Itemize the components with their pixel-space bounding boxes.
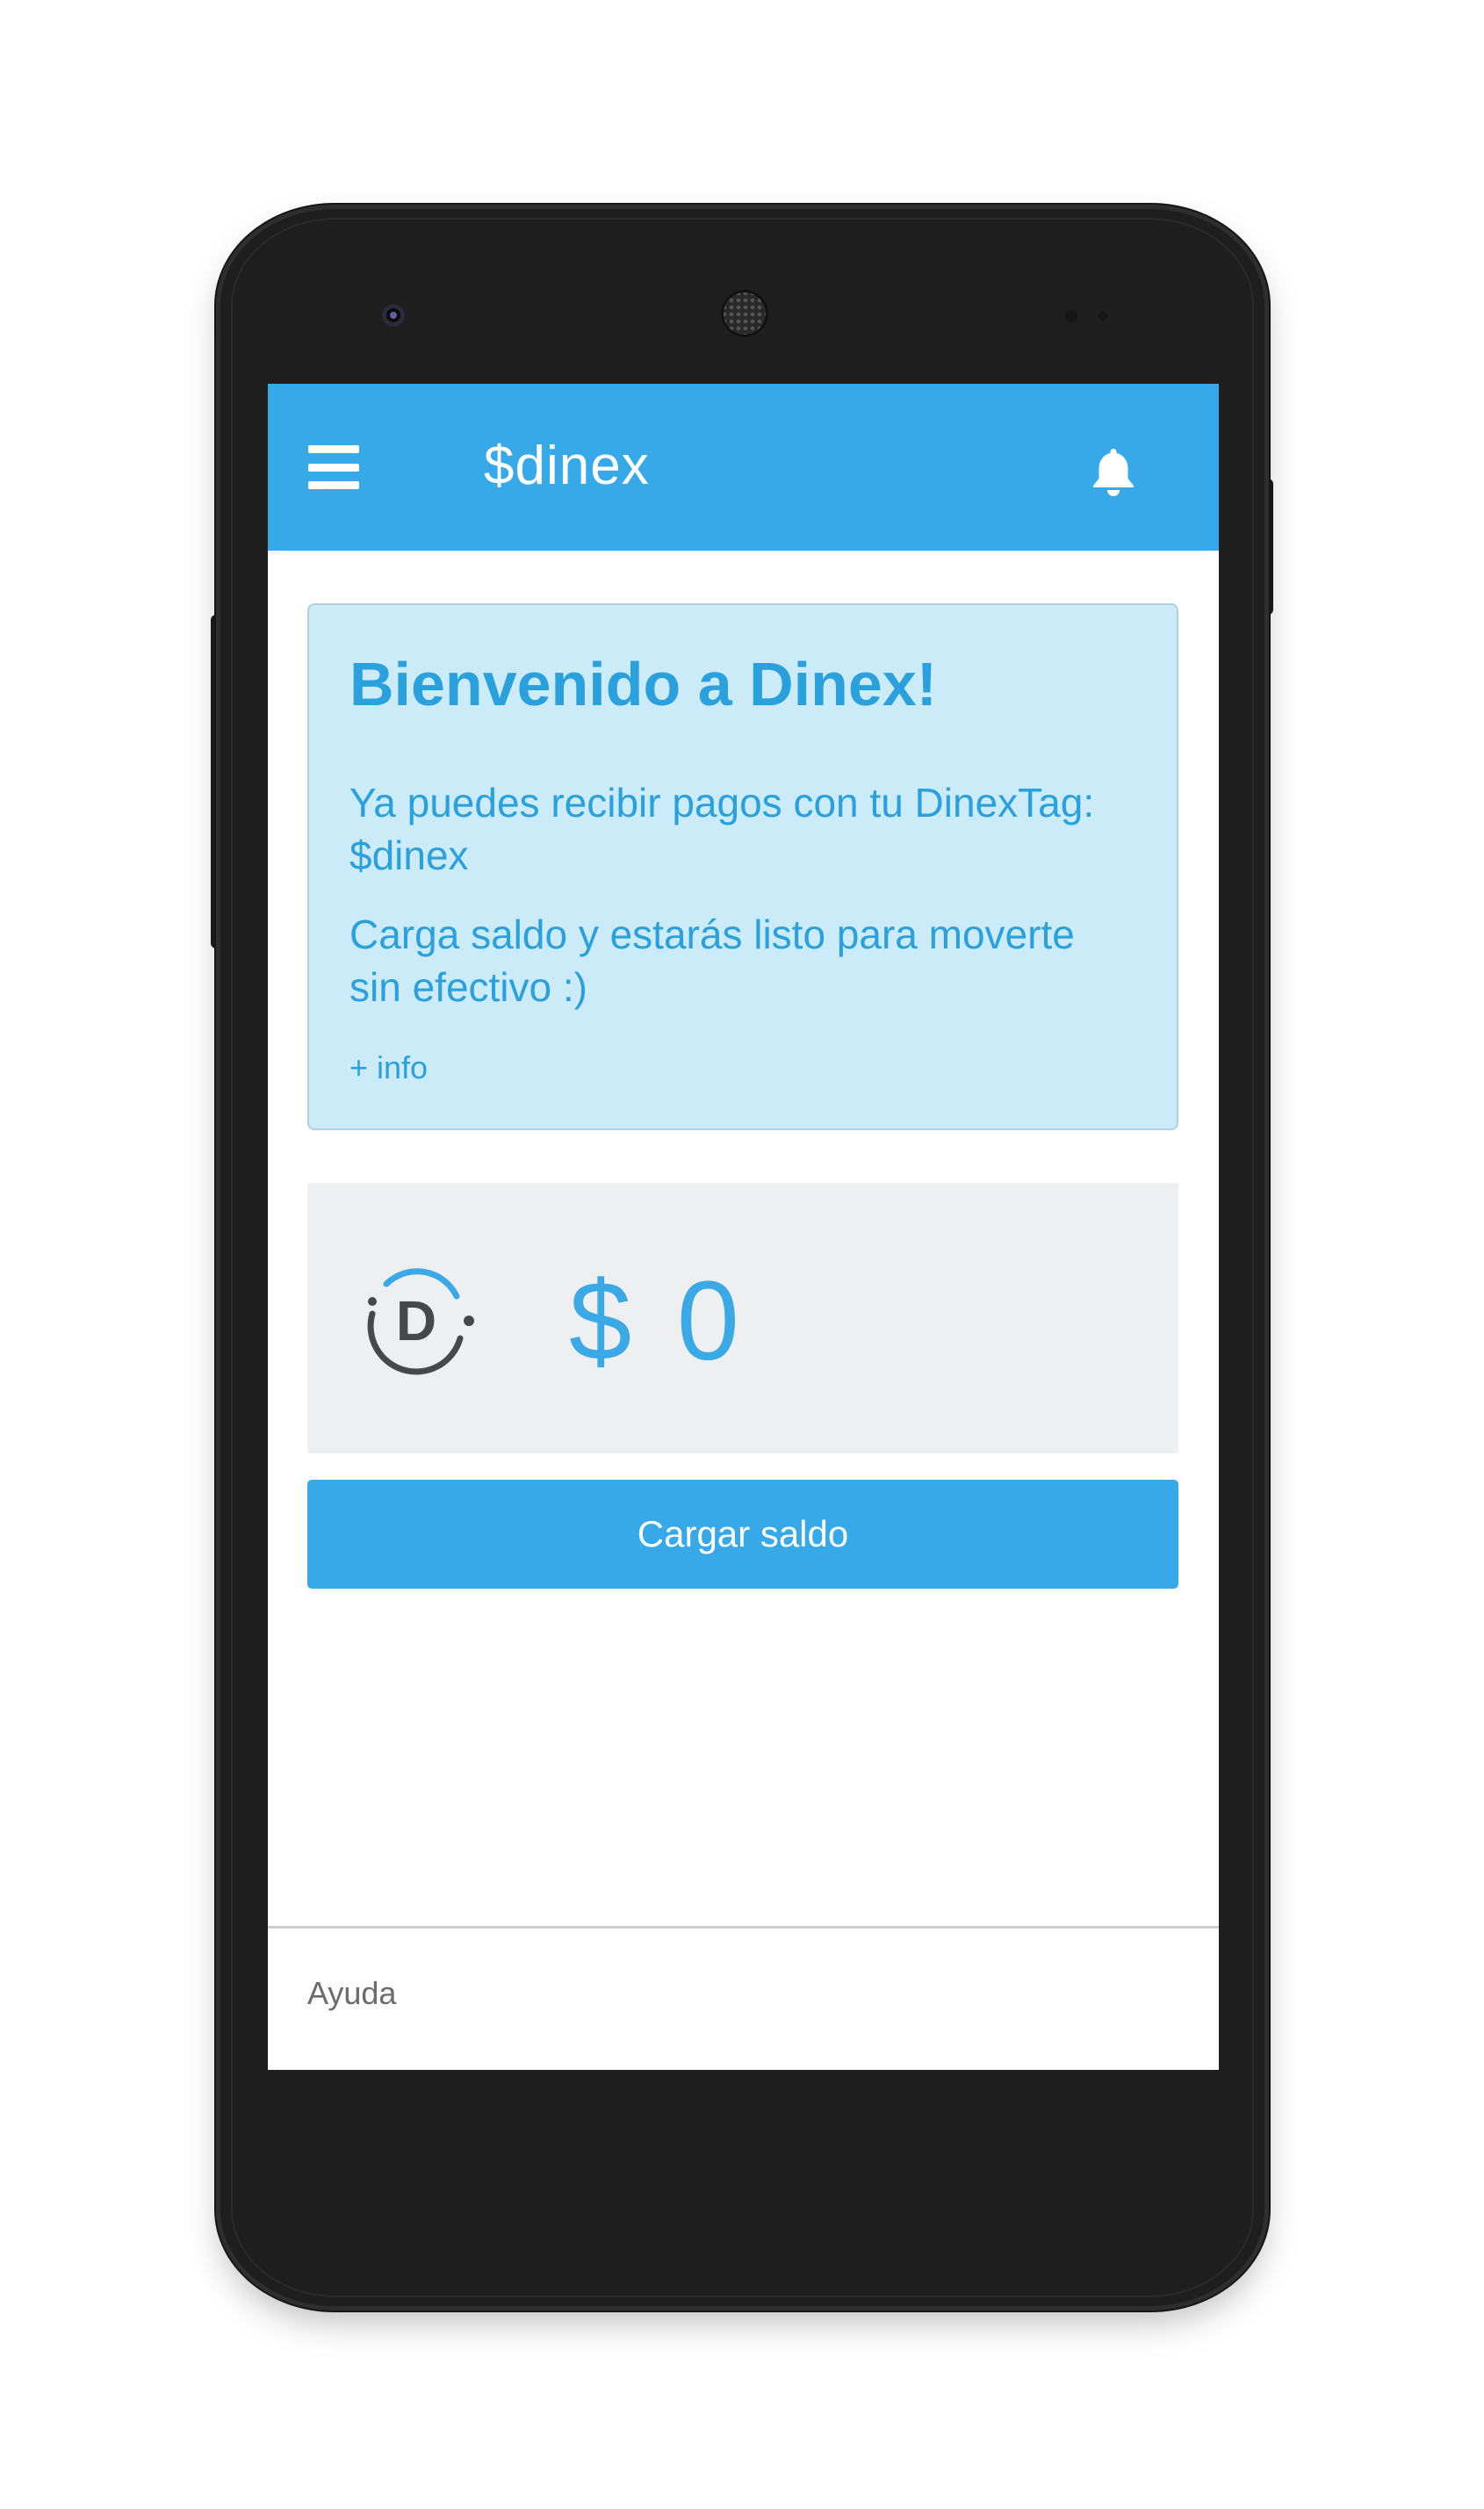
welcome-title: Bienvenido a Dinex!: [349, 650, 938, 718]
footer-divider: [268, 1926, 1219, 1929]
earpiece-speaker: [721, 290, 768, 337]
app-screen: $dinex Bienvenido a Dinex! Ya puedes rec…: [268, 384, 1219, 2070]
balance-amount: $ 0: [569, 1258, 746, 1384]
menu-bar: [308, 463, 359, 472]
app-bar: $dinex: [268, 384, 1219, 551]
dinex-logo-graphic: D: [367, 1268, 474, 1375]
balance-card: D $ 0: [307, 1183, 1178, 1453]
bell-icon-graphic: [1093, 449, 1134, 496]
load-balance-button[interactable]: Cargar saldo: [307, 1480, 1178, 1589]
hamburger-menu-icon[interactable]: [308, 445, 359, 489]
app-title: $dinex: [484, 436, 650, 496]
front-camera: [382, 304, 405, 327]
more-info-link[interactable]: + info: [349, 1046, 428, 1090]
welcome-load-text: Carga saldo y estarás listo para moverte…: [349, 912, 1075, 1010]
bell-icon[interactable]: [1089, 445, 1138, 498]
device-stage: $dinex Bienvenido a Dinex! Ya puedes rec…: [0, 0, 1484, 2509]
dinex-logo-icon: D: [353, 1258, 485, 1381]
light-sensor: [1099, 312, 1107, 321]
welcome-alert: Bienvenido a Dinex! Ya puedes recibir pa…: [307, 603, 1178, 1130]
welcome-dinextag-text: Ya puedes recibir pagos con tu DinexTag:…: [349, 780, 1095, 878]
menu-bar: [308, 445, 359, 453]
dinex-logo-letter: D: [396, 1289, 436, 1352]
proximity-sensor: [1065, 310, 1077, 322]
help-link[interactable]: Ayuda: [307, 1972, 396, 2015]
menu-bar: [308, 481, 359, 489]
